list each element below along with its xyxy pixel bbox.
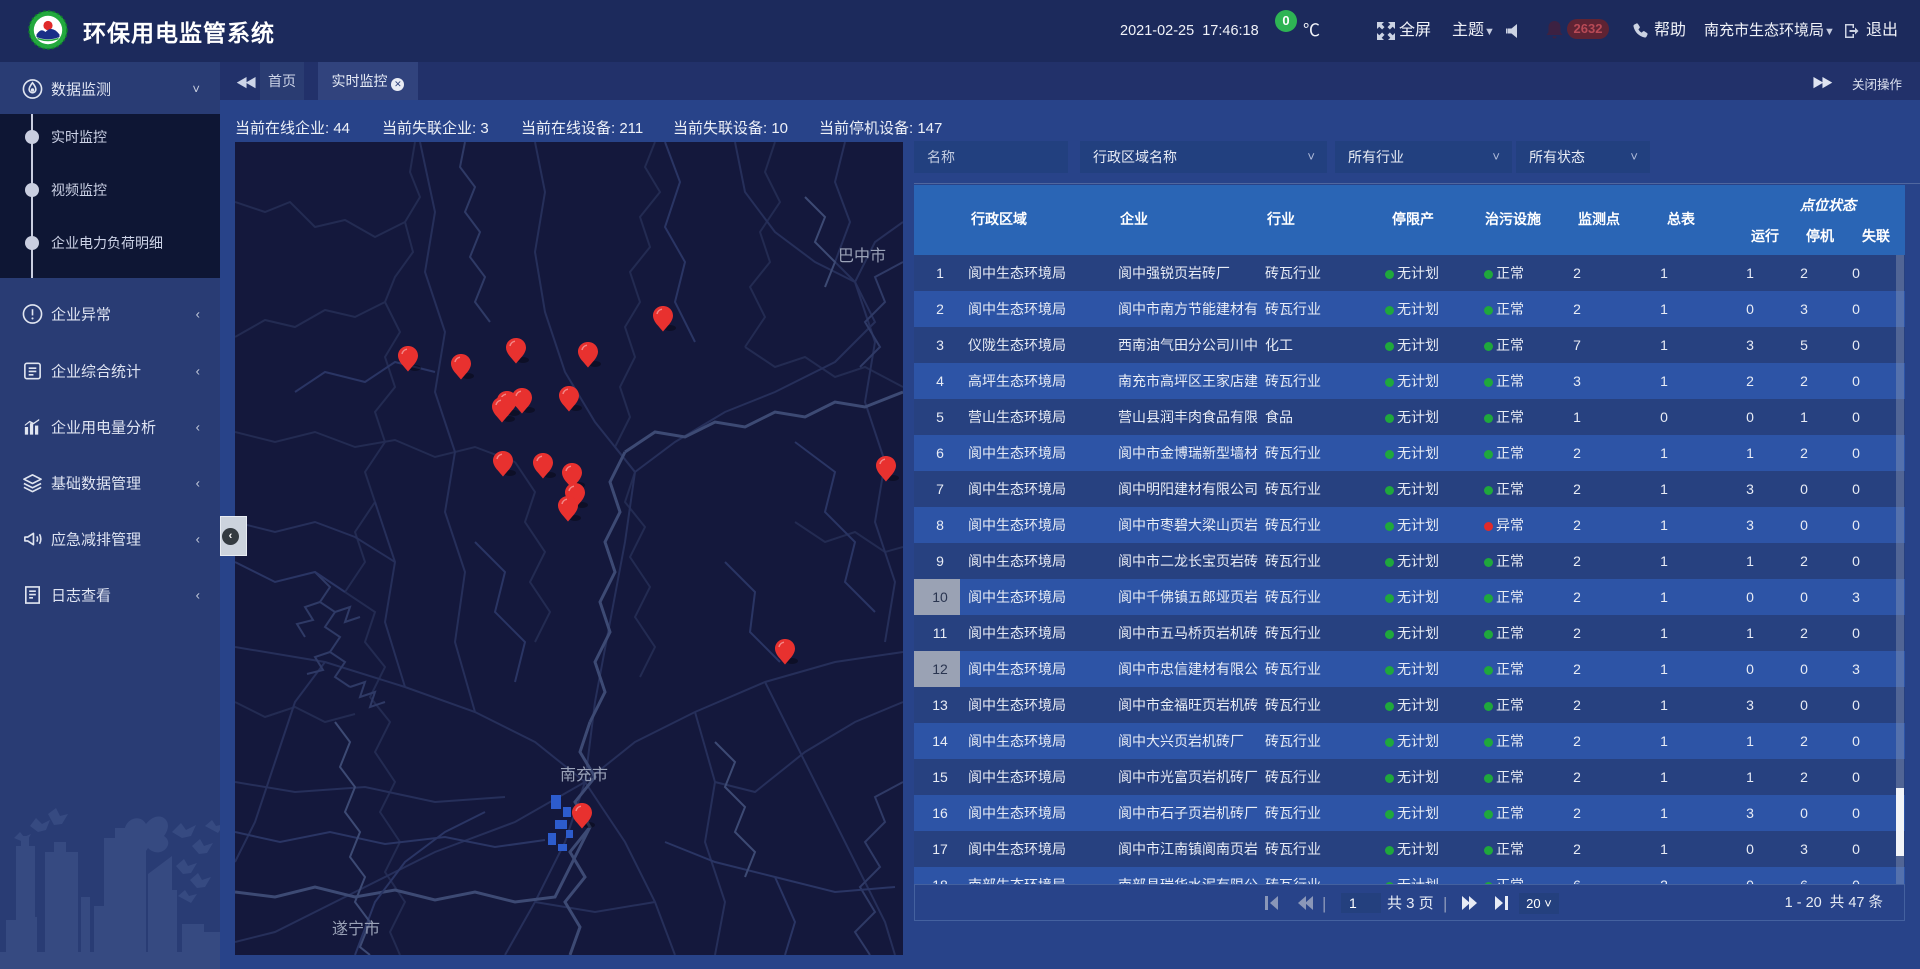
svg-text:遂宁市: 遂宁市 [332, 920, 380, 938]
svg-text:南充市: 南充市 [560, 766, 608, 784]
svg-text:巴中市: 巴中市 [838, 247, 886, 265]
